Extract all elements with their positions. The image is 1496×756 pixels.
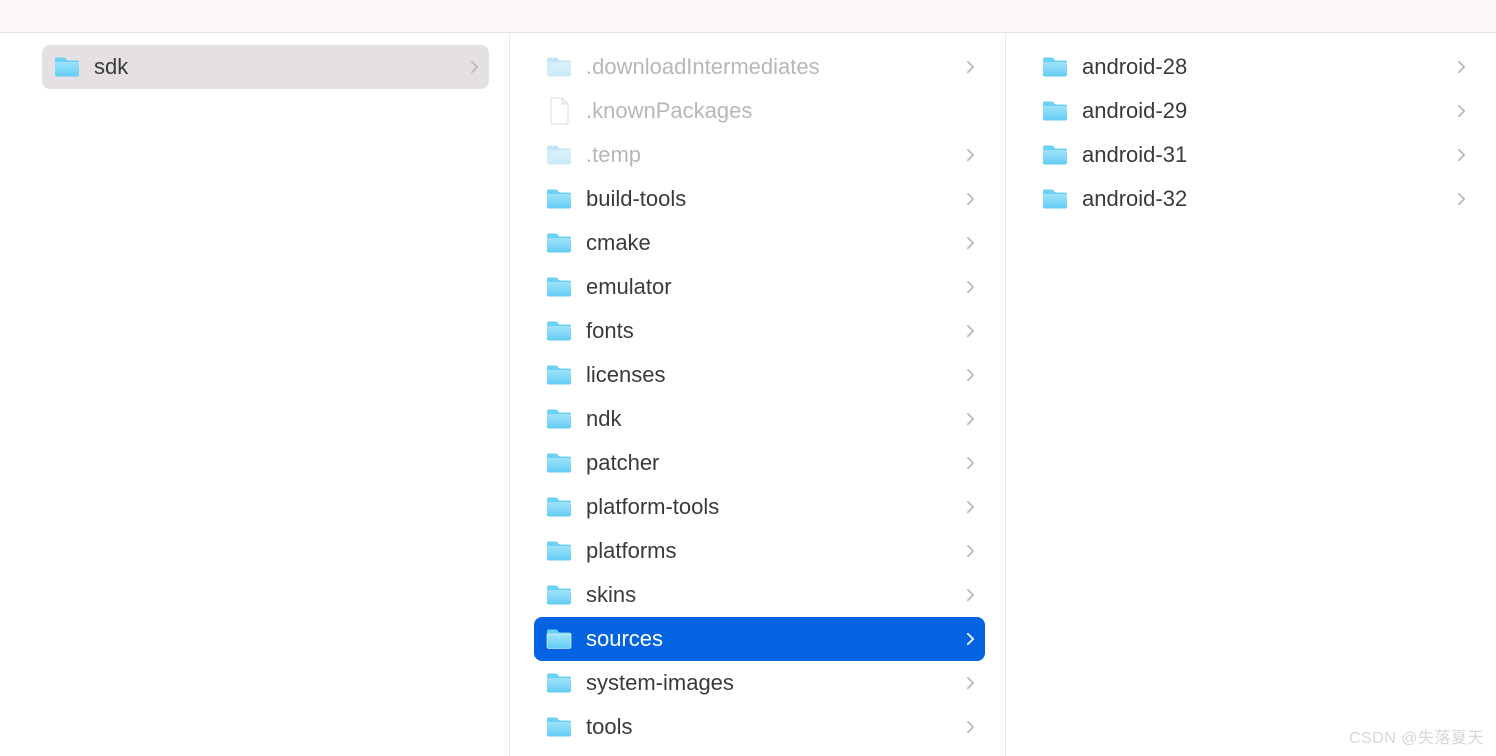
- list-item[interactable]: platforms: [534, 529, 985, 573]
- chevron-right-icon: [963, 324, 977, 338]
- chevron-right-icon: [963, 720, 977, 734]
- list-item[interactable]: skins: [534, 573, 985, 617]
- folder-icon: [1040, 186, 1070, 212]
- list-item[interactable]: android-29: [1030, 89, 1476, 133]
- item-label: ndk: [574, 406, 963, 432]
- list-item[interactable]: platform-tools: [534, 485, 985, 529]
- folder-icon: [1040, 98, 1070, 124]
- folder-icon: [544, 626, 574, 652]
- chevron-right-icon: [963, 456, 977, 470]
- folder-icon: [544, 274, 574, 300]
- list-item[interactable]: android-28: [1030, 45, 1476, 89]
- item-label: .knownPackages: [574, 98, 963, 124]
- list-item[interactable]: sources: [534, 617, 985, 661]
- list-item[interactable]: .temp: [534, 133, 985, 177]
- item-label: android-28: [1070, 54, 1454, 80]
- chevron-right-icon: [963, 280, 977, 294]
- item-label: .temp: [574, 142, 963, 168]
- folder-icon: [544, 538, 574, 564]
- chevron-right-icon: [963, 412, 977, 426]
- folder-icon: [1040, 142, 1070, 168]
- column-3[interactable]: android-28 android-29 android-31 android…: [1006, 33, 1496, 756]
- item-label: sources: [574, 626, 963, 652]
- list-item[interactable]: sdk: [42, 45, 489, 89]
- folder-icon: [544, 406, 574, 432]
- chevron-right-icon: [963, 148, 977, 162]
- list-item[interactable]: .downloadIntermediates: [534, 45, 985, 89]
- chevron-right-icon: [963, 368, 977, 382]
- folder-icon: [544, 450, 574, 476]
- item-label: cmake: [574, 230, 963, 256]
- list-item[interactable]: emulator: [534, 265, 985, 309]
- list-item[interactable]: android-32: [1030, 177, 1476, 221]
- list-item[interactable]: ndk: [534, 397, 985, 441]
- item-label: fonts: [574, 318, 963, 344]
- column-2[interactable]: .downloadIntermediates .knownPackages .t…: [510, 33, 1006, 756]
- item-label: system-images: [574, 670, 963, 696]
- item-label: sdk: [82, 54, 467, 80]
- list-item[interactable]: fonts: [534, 309, 985, 353]
- list-item[interactable]: tools: [534, 705, 985, 749]
- chevron-right-icon: [963, 236, 977, 250]
- list-item[interactable]: build-tools: [534, 177, 985, 221]
- chevron-right-icon: [963, 588, 977, 602]
- list-item[interactable]: cmake: [534, 221, 985, 265]
- folder-icon: [544, 714, 574, 740]
- folder-icon: [544, 318, 574, 344]
- item-label: android-32: [1070, 186, 1454, 212]
- list-item[interactable]: licenses: [534, 353, 985, 397]
- chevron-right-icon: [467, 60, 481, 74]
- list-item[interactable]: .knownPackages: [534, 89, 985, 133]
- file-icon: [544, 98, 574, 124]
- chevron-right-icon: [1454, 148, 1468, 162]
- chevron-right-icon: [1454, 192, 1468, 206]
- folder-icon: [544, 142, 574, 168]
- item-label: emulator: [574, 274, 963, 300]
- folder-icon: [1040, 54, 1070, 80]
- folder-icon: [544, 186, 574, 212]
- folder-icon: [544, 230, 574, 256]
- item-label: android-31: [1070, 142, 1454, 168]
- item-label: android-29: [1070, 98, 1454, 124]
- chevron-right-icon: [963, 544, 977, 558]
- column-1[interactable]: sdk: [0, 33, 510, 756]
- chevron-right-icon: [963, 192, 977, 206]
- chevron-right-icon: [963, 676, 977, 690]
- item-label: skins: [574, 582, 963, 608]
- item-label: .downloadIntermediates: [574, 54, 963, 80]
- chevron-right-icon: [963, 632, 977, 646]
- item-label: build-tools: [574, 186, 963, 212]
- item-label: platform-tools: [574, 494, 963, 520]
- item-label: platforms: [574, 538, 963, 564]
- list-item[interactable]: patcher: [534, 441, 985, 485]
- chevron-right-icon: [1454, 60, 1468, 74]
- finder-columns: sdk .downloadIntermediates .knownPackage…: [0, 33, 1496, 756]
- folder-icon: [544, 670, 574, 696]
- item-label: tools: [574, 714, 963, 740]
- list-item[interactable]: system-images: [534, 661, 985, 705]
- folder-icon: [52, 54, 82, 80]
- folder-icon: [544, 582, 574, 608]
- window-toolbar: [0, 0, 1496, 33]
- item-label: licenses: [574, 362, 963, 388]
- folder-icon: [544, 362, 574, 388]
- list-item[interactable]: android-31: [1030, 133, 1476, 177]
- chevron-right-icon: [963, 60, 977, 74]
- chevron-right-icon: [1454, 104, 1468, 118]
- folder-icon: [544, 494, 574, 520]
- chevron-right-icon: [963, 500, 977, 514]
- item-label: patcher: [574, 450, 963, 476]
- folder-icon: [544, 54, 574, 80]
